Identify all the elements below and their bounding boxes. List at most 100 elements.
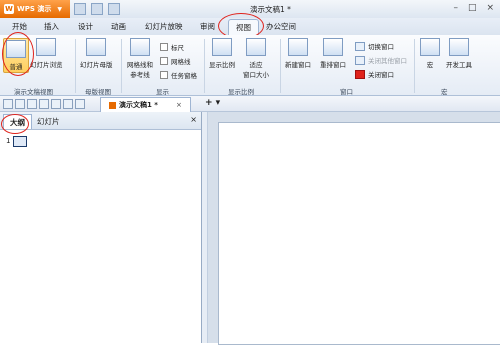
minimize-icon[interactable]: –: [453, 3, 458, 13]
macro-label: 宏: [426, 61, 434, 69]
slide-outline-icon[interactable]: [13, 136, 27, 147]
ribbon-separator: [204, 39, 205, 93]
close-icon[interactable]: ×: [190, 115, 197, 124]
checkbox-icon: [160, 57, 168, 65]
switch-window-icon: [355, 41, 365, 51]
tab-design[interactable]: 设计: [78, 21, 93, 32]
tab-animation[interactable]: 动画: [111, 21, 126, 32]
fit-window-icon: [246, 38, 266, 56]
slide-sorter-icon: [36, 38, 57, 56]
tab-slideshow[interactable]: 幻灯片放映: [145, 21, 183, 32]
fit-window-label: 适应 窗口大小: [243, 61, 269, 79]
close-icon[interactable]: ×: [486, 3, 494, 13]
group-label-window: 窗口: [340, 88, 353, 96]
undo-icon[interactable]: [51, 99, 61, 109]
ribbon-separator: [414, 39, 415, 93]
preview-icon[interactable]: [39, 99, 49, 109]
close-others-button[interactable]: 关闭其他窗口: [355, 55, 407, 65]
macro-button[interactable]: 宏: [420, 38, 440, 69]
slide-number: 1: [6, 137, 11, 145]
normal-view-label: 普通: [9, 63, 23, 71]
checkbox-icon: [160, 43, 168, 51]
fit-window-button[interactable]: 适应 窗口大小: [243, 38, 269, 79]
switch-window-button[interactable]: 切换窗口: [355, 41, 394, 51]
slide-master-label: 幻灯片母版: [80, 61, 113, 69]
group-label-macro: 宏: [441, 88, 448, 96]
save-icon[interactable]: [74, 3, 86, 15]
tab-office-space[interactable]: 办公空间: [266, 21, 296, 32]
wps-logo-icon: W: [4, 4, 14, 14]
slide-sorter-button[interactable]: 幻灯片浏览: [30, 38, 63, 69]
maximize-icon[interactable]: □: [468, 3, 477, 13]
new-tab-button[interactable]: + ▾: [205, 98, 220, 108]
dev-tools-label: 开发工具: [446, 61, 472, 69]
tab-home[interactable]: 开始: [12, 21, 27, 32]
redo-icon[interactable]: [63, 99, 73, 109]
window-title: 演示文稿1 *: [250, 5, 291, 14]
save-icon[interactable]: [15, 99, 25, 109]
pane-tabs: 大纲 幻灯片 ×: [0, 112, 201, 130]
new-window-button[interactable]: 新建窗口: [285, 38, 311, 69]
tab-outline[interactable]: 大纲: [3, 114, 32, 129]
ribbon-separator: [121, 39, 122, 93]
arrange-windows-label: 重排窗口: [320, 61, 346, 69]
checkbox-icon: [160, 71, 168, 79]
normal-view-icon: [6, 40, 26, 58]
open-icon[interactable]: [3, 99, 13, 109]
close-window-label: 关闭窗口: [368, 71, 394, 79]
ribbon-tabs: 开始 插入 设计 动画 幻灯片放映 审阅 视图 办公空间: [0, 18, 500, 35]
slide-master-button[interactable]: 幻灯片母版: [80, 38, 113, 69]
document-tab-label: 演示文稿1 *: [119, 101, 158, 109]
normal-view-button[interactable]: 普通: [3, 38, 29, 73]
quick-access-toolbar: [74, 3, 120, 15]
zoom-icon: [212, 38, 232, 56]
group-label-zoom: 显示比例: [228, 88, 254, 96]
slide-master-icon: [86, 38, 107, 56]
left-pane: 大纲 幻灯片 × 1: [0, 112, 202, 343]
document-toolbar: 演示文稿1 * × + ▾: [0, 96, 500, 112]
window-controls: – □ ×: [453, 3, 494, 13]
undo-icon[interactable]: [91, 3, 103, 15]
ribbon-view: 普通 幻灯片浏览 演示文稿视图 幻灯片母版 母版视图 网格线和 参考线 标尺 网…: [0, 35, 500, 96]
close-window-icon: [355, 69, 365, 79]
gridlines-checkbox[interactable]: 网格线: [160, 56, 191, 66]
slide-sorter-label: 幻灯片浏览: [30, 61, 63, 69]
app-menu-button[interactable]: W WPS 演示 ▼: [0, 0, 70, 18]
arrange-windows-button[interactable]: 重排窗口: [320, 38, 346, 69]
slide-editing-area: [208, 112, 500, 345]
new-window-label: 新建窗口: [285, 61, 311, 69]
tab-view[interactable]: 视图: [228, 19, 259, 35]
title-bar: W WPS 演示 ▼ 演示文稿1 * – □ ×: [0, 0, 500, 19]
app-name: WPS 演示: [17, 5, 52, 13]
grid-icon: [130, 38, 150, 56]
document-icon: [109, 101, 116, 109]
zoom-label: 显示比例: [209, 61, 235, 69]
dev-tools-icon: [449, 38, 469, 56]
close-others-label: 关闭其他窗口: [368, 57, 407, 65]
chevron-down-icon: ▼: [57, 5, 62, 13]
ribbon-separator: [280, 39, 281, 93]
gridlines-label: 网格线: [171, 58, 191, 66]
tab-review[interactable]: 审阅: [200, 21, 215, 32]
redo-icon[interactable]: [108, 3, 120, 15]
customize-icon[interactable]: [75, 99, 85, 109]
document-tab[interactable]: 演示文稿1 * ×: [100, 97, 191, 112]
slide-canvas[interactable]: [218, 122, 500, 345]
ribbon-separator: [75, 39, 76, 93]
dev-tools-button[interactable]: 开发工具: [446, 38, 472, 69]
switch-window-label: 切换窗口: [368, 43, 394, 51]
close-window-button[interactable]: 关闭窗口: [355, 69, 394, 79]
group-label-master-views: 母版视图: [85, 88, 111, 96]
ruler-checkbox[interactable]: 标尺: [160, 42, 184, 52]
taskpane-checkbox[interactable]: 任务窗格: [160, 70, 197, 80]
tab-slides[interactable]: 幻灯片: [37, 116, 60, 127]
group-label-show: 显示: [156, 88, 169, 96]
grid-guides-button[interactable]: 网格线和 参考线: [127, 38, 153, 79]
tab-insert[interactable]: 插入: [44, 21, 59, 32]
zoom-button[interactable]: 显示比例: [209, 38, 235, 69]
close-others-icon: [355, 55, 365, 65]
print-icon[interactable]: [27, 99, 37, 109]
taskpane-label: 任务窗格: [171, 72, 197, 80]
close-icon[interactable]: ×: [176, 101, 182, 109]
group-label-doc-views: 演示文稿视图: [14, 88, 53, 96]
